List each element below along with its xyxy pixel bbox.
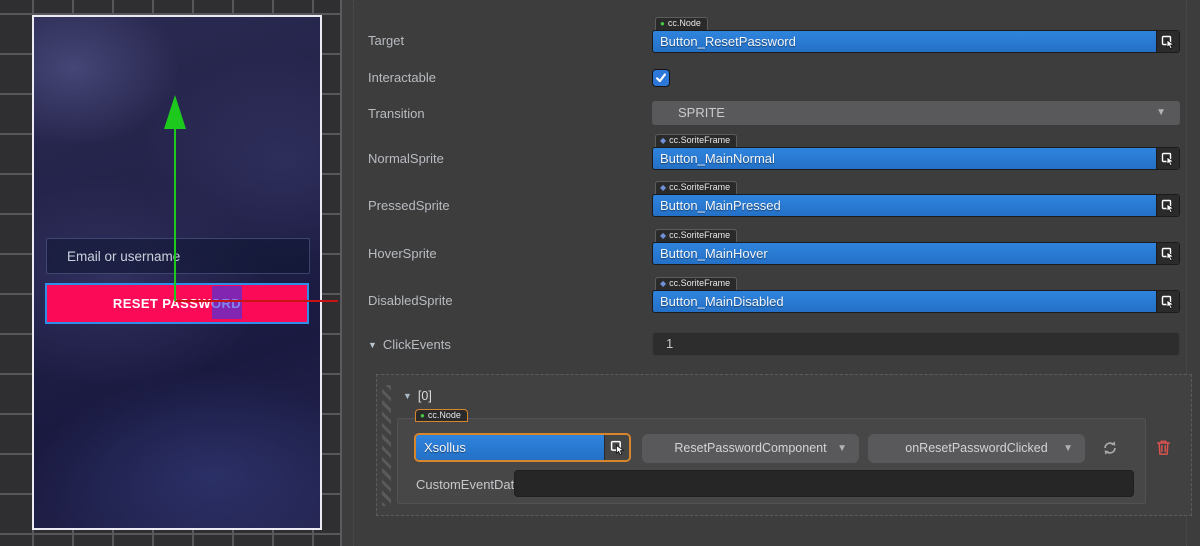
- node-type-dot-icon: ●: [420, 411, 425, 420]
- target-type-badge: ●cc.Node: [655, 17, 708, 30]
- target-node-field[interactable]: Button_ResetPassword: [652, 30, 1180, 53]
- move-gizmo-y-arrow-icon[interactable]: [164, 95, 186, 129]
- spriteframe-type-dot-icon: ◆: [660, 136, 666, 145]
- transition-dropdown[interactable]: SPRITE ▼: [652, 101, 1180, 125]
- hover-sprite-field[interactable]: Button_MainHover: [652, 242, 1180, 265]
- inspector-left-divider: [353, 0, 354, 546]
- click-event-group: ▼[0] ●cc.Node Xsollus ResetPass: [376, 374, 1192, 516]
- node-picker-icon[interactable]: [1156, 148, 1179, 169]
- node-picker-icon[interactable]: [1156, 243, 1179, 264]
- disabled-sprite-label: DisabledSprite: [368, 293, 453, 308]
- scene-view[interactable]: RESET PASSWORD: [0, 0, 342, 546]
- hover-sprite-value: Button_MainHover: [660, 246, 768, 261]
- pressed-sprite-type-badge: ◆cc.SoriteFrame: [655, 181, 737, 194]
- collapse-triangle-icon[interactable]: ▼: [403, 391, 412, 401]
- pressed-sprite-label: PressedSprite: [368, 198, 450, 213]
- node-picker-icon[interactable]: [1156, 195, 1179, 216]
- handler-dropdown[interactable]: onResetPasswordClicked ▼: [868, 434, 1085, 463]
- editor-window: RESET PASSWORD Target ●cc.Node Button_Re…: [0, 0, 1200, 546]
- spriteframe-type-dot-icon: ◆: [660, 231, 666, 240]
- pressed-sprite-field[interactable]: Button_MainPressed: [652, 194, 1180, 217]
- pressed-sprite-value: Button_MainPressed: [660, 198, 781, 213]
- transition-value: SPRITE: [678, 105, 725, 120]
- spriteframe-type-dot-icon: ◆: [660, 183, 666, 192]
- interactable-checkbox[interactable]: [652, 69, 670, 87]
- node-picker-icon[interactable]: [1156, 291, 1179, 312]
- event-node-value: Xsollus: [416, 435, 604, 460]
- event-node-type-badge: ●cc.Node: [415, 409, 468, 422]
- email-input[interactable]: [46, 238, 310, 274]
- normal-sprite-type-badge: ◆cc.SoriteFrame: [655, 134, 737, 147]
- chevron-down-icon: ▼: [837, 434, 847, 463]
- normal-sprite-label: NormalSprite: [368, 151, 444, 166]
- group-hatch-strip: [382, 385, 391, 506]
- target-node-value: Button_ResetPassword: [660, 34, 796, 49]
- design-canvas[interactable]: RESET PASSWORD: [32, 15, 322, 530]
- move-gizmo-y-axis[interactable]: [174, 128, 176, 301]
- transition-label: Transition: [368, 106, 425, 121]
- event-detail-panel: ●cc.Node Xsollus ResetPasswordComponent …: [397, 418, 1146, 504]
- move-gizmo-plane-handle[interactable]: [212, 286, 242, 319]
- normal-sprite-field[interactable]: Button_MainNormal: [652, 147, 1180, 170]
- event-index-header[interactable]: ▼[0]: [403, 389, 432, 403]
- component-dropdown[interactable]: ResetPasswordComponent ▼: [642, 434, 859, 463]
- click-events-count-field[interactable]: 1: [652, 332, 1180, 356]
- interactable-label: Interactable: [368, 70, 436, 85]
- disabled-sprite-field[interactable]: Button_MainDisabled: [652, 290, 1180, 313]
- chevron-down-icon: ▼: [1156, 101, 1166, 125]
- reset-password-button[interactable]: RESET PASSWORD: [45, 283, 309, 324]
- hover-sprite-type-badge: ◆cc.SoriteFrame: [655, 229, 737, 242]
- node-picker-icon[interactable]: [604, 435, 629, 460]
- disabled-sprite-value: Button_MainDisabled: [660, 294, 784, 309]
- hover-sprite-label: HoverSprite: [368, 246, 437, 261]
- collapse-triangle-icon[interactable]: ▼: [368, 340, 377, 350]
- trash-icon[interactable]: [1153, 437, 1173, 457]
- custom-event-data-label: CustomEventData: [416, 477, 522, 492]
- normal-sprite-value: Button_MainNormal: [660, 151, 775, 166]
- event-node-field[interactable]: Xsollus: [414, 433, 631, 462]
- target-label: Target: [368, 33, 404, 48]
- disabled-sprite-type-badge: ◆cc.SoriteFrame: [655, 277, 737, 290]
- spriteframe-type-dot-icon: ◆: [660, 279, 666, 288]
- custom-event-data-input[interactable]: [514, 470, 1134, 497]
- move-gizmo-x-axis[interactable]: [175, 300, 338, 302]
- refresh-icon[interactable]: [1100, 438, 1120, 458]
- chevron-down-icon: ▼: [1063, 434, 1073, 463]
- check-icon: [654, 71, 668, 85]
- button-component-inspector: Target ●cc.Node Button_ResetPassword Int…: [344, 0, 1200, 546]
- node-picker-icon[interactable]: [1156, 31, 1179, 52]
- component-value: ResetPasswordComponent: [674, 441, 826, 455]
- handler-value: onResetPasswordClicked: [905, 441, 1047, 455]
- click-events-label[interactable]: ▼ClickEvents: [368, 337, 451, 352]
- node-type-dot-icon: ●: [660, 19, 665, 28]
